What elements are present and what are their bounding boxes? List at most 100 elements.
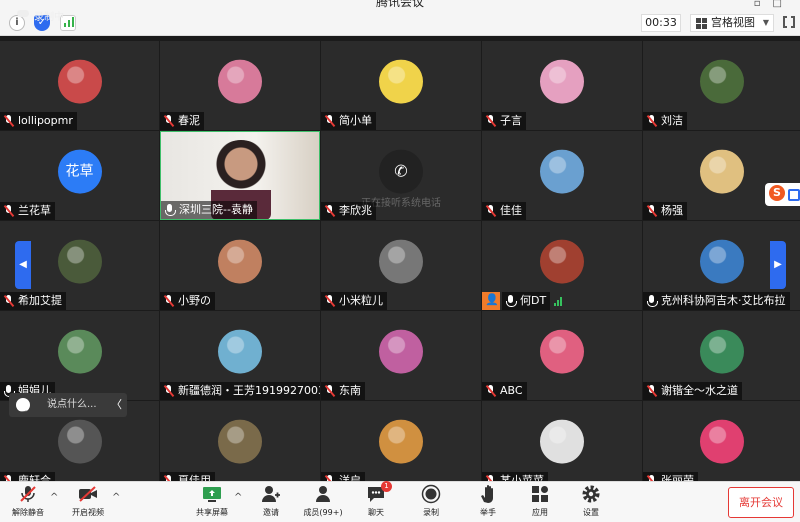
mic-off-icon <box>4 205 12 217</box>
invite-button[interactable]: 邀请 <box>249 484 293 518</box>
participant-name: 刘洁 <box>661 114 683 127</box>
participant-name: 佳佳 <box>500 204 522 217</box>
phone-avatar: ✆ <box>379 149 423 194</box>
participant-tile[interactable]: lollipopmr <box>0 41 159 130</box>
camera-off-icon <box>78 484 98 504</box>
participant-tile[interactable]: ✆ 正在接听系统电话 李欣兆 <box>321 131 481 220</box>
share-screen-button[interactable]: 共享屏幕 <box>190 484 234 518</box>
mic-off-icon <box>486 115 494 127</box>
participant-name: 何DT <box>520 294 547 307</box>
participant-name: 希加艾提 <box>18 294 62 307</box>
participant-tile[interactable]: 谢锴全～水之道 <box>643 311 800 400</box>
participant-tile[interactable]: 娟娟儿 <box>0 311 159 400</box>
participant-name: 深圳三院--袁静 <box>179 203 253 216</box>
participant-tile[interactable]: 简小单 <box>321 41 481 130</box>
participant-name: 子言 <box>500 114 522 127</box>
participant-name: ABC <box>500 384 523 397</box>
participant-name: 李欣兆 <box>339 204 372 217</box>
window-controls[interactable]: ▫□ <box>754 0 794 9</box>
participant-name: 小米粒儿 <box>339 294 383 307</box>
participant-tile[interactable]: 小米粒儿 <box>321 221 481 310</box>
mic-off-icon <box>4 295 12 307</box>
participant-nameplate: 小野の <box>160 292 215 310</box>
raise-hand-button[interactable]: 举手 <box>466 484 510 518</box>
record-icon <box>421 484 441 504</box>
avatar <box>379 419 423 464</box>
participant-nameplate: 佳佳 <box>482 202 526 220</box>
participant-tile[interactable]: 小野の <box>160 221 320 310</box>
participant-name: 小野の <box>178 294 211 307</box>
share-screen-icon <box>202 484 222 504</box>
chevron-down-icon: ▼ <box>762 18 769 27</box>
participant-tile[interactable]: ABC <box>482 311 642 400</box>
participant-nameplate: 杨强 <box>643 202 687 220</box>
participant-tile[interactable]: 佳佳 <box>482 131 642 220</box>
mic-off-icon <box>647 115 655 127</box>
top-bar: 腾讯会议 00:33 宫格视图 ▼ ▫□ <box>0 0 800 36</box>
participant-nameplate: 兰花草 <box>0 202 55 220</box>
video-options-caret[interactable]: ^ <box>112 492 120 503</box>
participant-tile[interactable]: 新疆德润・王芳19199270033 <box>160 311 320 400</box>
prev-page-arrow[interactable]: ◀ <box>15 241 31 289</box>
bottom-toolbar: 解除静音 ^ 开启视频 ^ 共享屏幕 ^ 邀请 成员(99+) 1 聊天 录制 … <box>0 481 800 522</box>
share-options-caret[interactable]: ^ <box>234 492 242 503</box>
participant-tile[interactable]: 花草 兰花草 <box>0 131 159 220</box>
leave-meeting-button[interactable]: 离开会议 <box>728 487 794 518</box>
mic-options-caret[interactable]: ^ <box>50 492 58 503</box>
participant-nameplate: 刘洁 <box>643 112 687 130</box>
participant-nameplate: ABC <box>482 382 527 400</box>
participant-tile[interactable]: 子言 <box>482 41 642 130</box>
participant-tile[interactable]: 洋启 <box>321 401 481 490</box>
apps-button[interactable]: 应用 <box>518 484 562 518</box>
participant-tile[interactable]: 张丽荣 <box>643 401 800 490</box>
avatar <box>540 239 584 284</box>
window-title: 腾讯会议 <box>375 0 424 9</box>
mic-off-icon <box>325 385 333 397</box>
start-video-button[interactable]: 开启视频 <box>66 484 110 518</box>
participant-tile[interactable]: 东南 <box>321 311 481 400</box>
next-page-arrow[interactable]: ▶ <box>770 241 786 289</box>
avatar <box>540 59 584 104</box>
avatar: 花草 <box>57 149 102 194</box>
meeting-window: 腾讯会议 00:33 宫格视图 ▼ ▫□ lollipopmr 春泥 简小单 子言 刘洁… <box>0 0 800 522</box>
mic-on-icon <box>506 295 517 307</box>
participant-name: 兰花草 <box>18 204 51 217</box>
chat-input-bar[interactable]: 说点什么... 〈 <box>9 393 127 420</box>
mic-off-icon <box>164 295 172 307</box>
participant-tile[interactable]: 杨强 <box>643 131 800 220</box>
members-button[interactable]: 成员(99+) <box>301 484 345 518</box>
mic-off-icon <box>4 115 12 127</box>
settings-button[interactable]: 设置 <box>569 484 613 518</box>
participant-tile[interactable]: 何DT <box>482 221 642 310</box>
record-label: 录制 <box>423 508 439 517</box>
unmute-button[interactable]: 解除静音 <box>6 484 50 518</box>
participant-name: 新疆德润・王芳19199270033 <box>178 384 320 397</box>
participant-tile[interactable]: 某小菜菜 <box>482 401 642 490</box>
participant-tile[interactable]: 春泥 <box>160 41 320 130</box>
chat-label: 聊天 <box>368 508 384 517</box>
avatar <box>699 59 744 104</box>
avatar <box>218 329 262 374</box>
participant-nameplate: 克州科协阿吉木·艾比布拉 <box>643 292 790 310</box>
avatar <box>218 239 262 284</box>
record-button[interactable]: 录制 <box>409 484 453 518</box>
raise-hand-label: 举手 <box>480 508 496 517</box>
input-method-icon[interactable] <box>765 183 800 206</box>
avatar <box>699 419 744 464</box>
participant-nameplate: 简小单 <box>321 112 376 130</box>
participant-tile[interactable]: 夏佳用 <box>160 401 320 490</box>
chevron-left-icon[interactable]: 〈 <box>111 393 122 417</box>
avatar <box>540 329 584 374</box>
recording-indicator: 录制中 <box>14 8 64 23</box>
emoji-icon[interactable] <box>16 396 30 420</box>
participant-tile[interactable]: 深圳三院--袁静 <box>160 131 320 220</box>
fullscreen-icon[interactable] <box>783 15 795 29</box>
view-mode-button[interactable]: 宫格视图 ▼ <box>690 14 774 32</box>
avatar <box>57 59 102 104</box>
settings-label: 设置 <box>583 508 599 517</box>
participant-name: 春泥 <box>178 114 200 127</box>
mic-off-icon <box>647 205 655 217</box>
participant-tile[interactable]: 刘洁 <box>643 41 800 130</box>
chat-button[interactable]: 1 聊天 <box>354 481 398 518</box>
avatar <box>379 239 423 284</box>
